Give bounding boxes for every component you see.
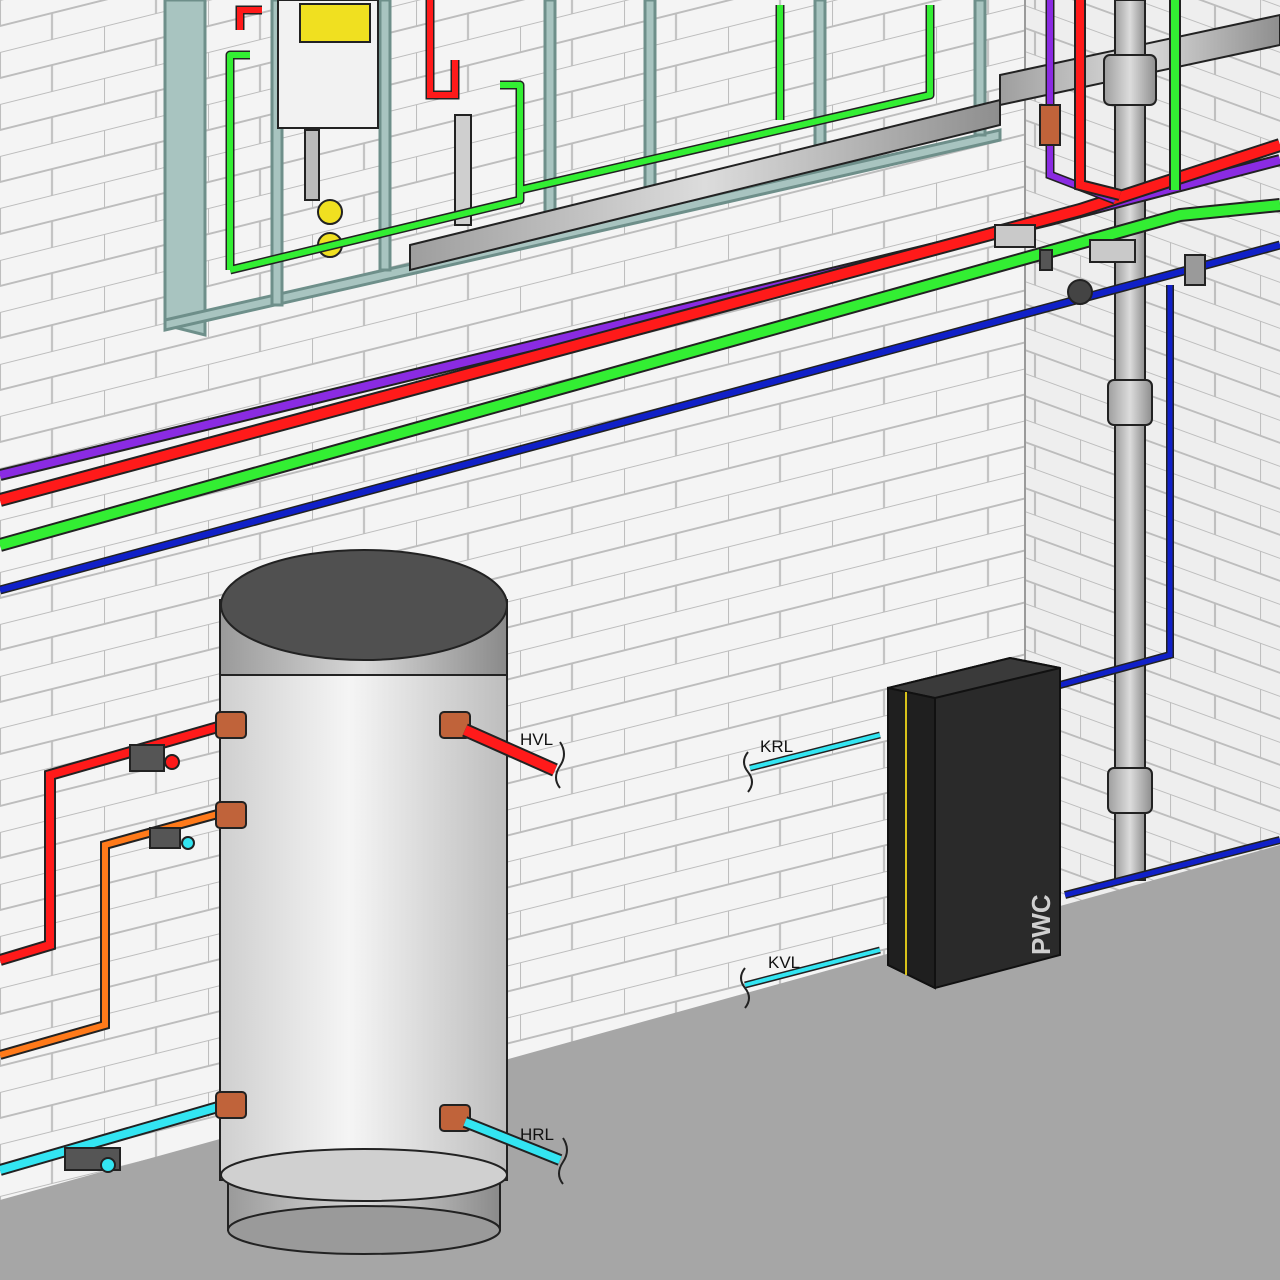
krl-label: KRL xyxy=(760,737,793,756)
installation-diagram: PWC KRL KVL HVL HRL xyxy=(0,0,1280,1280)
storage-tank xyxy=(219,549,508,1255)
kvl-label: KVL xyxy=(768,953,800,972)
hrl-label: HRL xyxy=(520,1125,554,1144)
hvl-label: HVL xyxy=(520,730,553,749)
exchanger-label: PWC xyxy=(1026,894,1056,955)
